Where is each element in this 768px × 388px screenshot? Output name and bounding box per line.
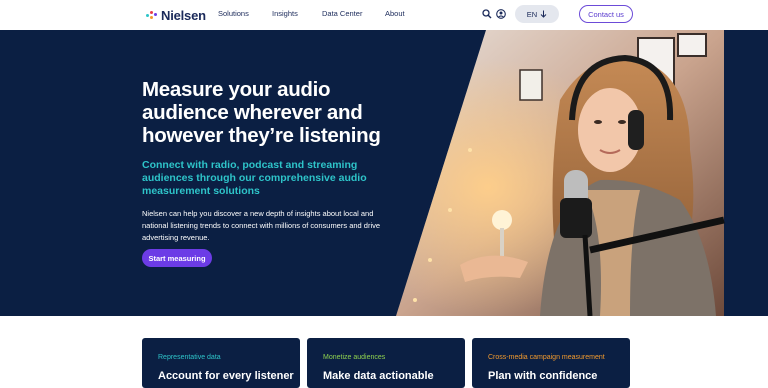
start-measuring-label: Start measuring <box>148 253 206 263</box>
nielsen-logo[interactable]: Nielsen <box>146 7 206 23</box>
language-selector[interactable]: EN <box>515 5 559 23</box>
nav-insights[interactable]: Insights <box>272 9 298 18</box>
search-icon[interactable] <box>482 9 492 19</box>
hero-title: Measure your audio audience wherever and… <box>142 78 381 147</box>
card-eyebrow: Representative data <box>158 354 221 361</box>
hero-subtitle: Connect with radio, podcast and streamin… <box>142 159 367 197</box>
nav-about[interactable]: About <box>385 9 405 18</box>
nav-solutions[interactable]: Solutions <box>218 9 249 18</box>
hero-body-text: Nielsen can help you discover a new dept… <box>142 209 381 242</box>
card-title: Account for every listener <box>158 370 294 382</box>
card-title: Make data actionable <box>323 370 434 382</box>
user-icon[interactable] <box>496 9 506 19</box>
card-eyebrow: Monetize audiences <box>323 354 386 361</box>
arrow-down-icon <box>540 10 547 18</box>
feature-card-monetize-audiences[interactable]: Monetize audiences Make data actionable <box>307 338 465 388</box>
logo-text: Nielsen <box>161 7 206 23</box>
feature-card-representative-data[interactable]: Representative data Account for every li… <box>142 338 300 388</box>
top-nav-bar: Nielsen Solutions Insights Data Center A… <box>0 0 768 30</box>
card-title: Plan with confidence <box>488 370 598 382</box>
logo-mark-icon <box>146 10 158 20</box>
hero-photo-podcaster <box>396 30 725 316</box>
language-label: EN <box>526 9 538 19</box>
contact-us-label: Contact us <box>588 9 624 19</box>
contact-us-button[interactable]: Contact us <box>579 5 633 23</box>
feature-card-cross-media[interactable]: Cross-media campaign measurement Plan wi… <box>472 338 630 388</box>
card-eyebrow: Cross-media campaign measurement <box>488 354 605 361</box>
start-measuring-button[interactable]: Start measuring <box>142 249 212 267</box>
hero-section: Measure your audio audience wherever and… <box>0 30 768 316</box>
nav-data-center[interactable]: Data Center <box>322 9 362 18</box>
